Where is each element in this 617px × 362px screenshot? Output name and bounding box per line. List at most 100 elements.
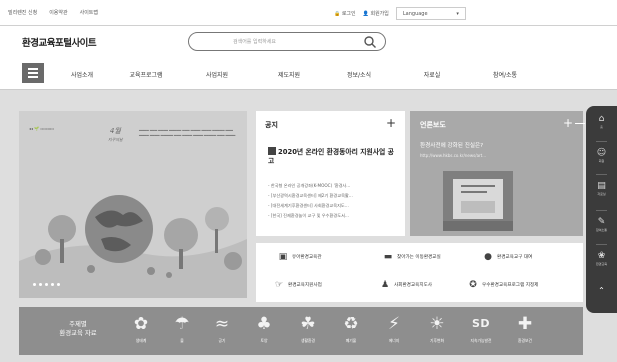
nav-item[interactable]: 사업지원	[206, 70, 228, 79]
press-url[interactable]: http://www.hkbs.co.kr/news/art...	[420, 153, 486, 158]
climate-icon: ☀	[429, 314, 445, 334]
press-panel: 언론보도 + 환경사전에 강화된 진실은? http://www.hkbs.co…	[410, 111, 583, 236]
theme-item[interactable]: ✚ 환경보건	[507, 311, 543, 344]
utility-link[interactable]: 빌리렌진 신청	[8, 9, 37, 16]
chevron-down-icon: ▾	[456, 10, 459, 17]
theme-item-label: 생활환경	[301, 338, 315, 343]
hamburger-menu-button[interactable]	[22, 63, 44, 83]
lock-icon: 🔒	[334, 11, 341, 17]
quick-link-label: 환경교육지원사업	[288, 283, 322, 288]
quick-link[interactable]: ✪ 우수환경교육프로그램 지정제	[468, 280, 538, 290]
banner-month: 4월 지구의날	[108, 127, 123, 142]
main-banner[interactable]: ◂◂ 🌱 ▫▫▫▫▫ 4월 지구의날 ▂▂▂▂ ▂▂▂ ▂▂▂▂ ▂▂▂▂▂ ▂▂…	[19, 111, 247, 298]
theme-item[interactable]: ≈ 공기	[204, 311, 240, 344]
nav-item[interactable]: 사업소개	[71, 70, 93, 79]
press-title[interactable]: 환경사전에 강화된 진실은?	[420, 141, 483, 149]
divider	[596, 174, 607, 175]
notice-list-item[interactable]: - [대전세계기후환경센터] 사회환경교육지도...	[268, 201, 400, 211]
notice-featured[interactable]: 2020년 온라인 환경동아리 지원사업 공고	[268, 147, 398, 166]
document-icon	[268, 147, 276, 155]
theme-item[interactable]: ⚡ 에너지	[376, 311, 412, 344]
quick-links-panel: ▣ 유아환경교육관 ▬ 찾아가는 이동환경교실 ● 환경교육교구 대여 ☞ 환경교육지원…	[256, 243, 583, 302]
divider	[596, 210, 607, 211]
quick-link[interactable]: ▬ 찾아가는 이동환경교실	[383, 252, 441, 262]
quickmenu-label: 자료실	[597, 192, 606, 196]
notice-panel: 공지 + 2020년 온라인 환경동아리 지원사업 공고 - 한국형 온라인 공…	[256, 111, 405, 236]
signup-link[interactable]: 👤 회원가입	[363, 10, 389, 17]
archive-icon: ▤	[597, 181, 606, 191]
quickmenu-item[interactable]: ✎ 참여소통	[586, 217, 617, 232]
nav-item[interactable]: 참여/소통	[493, 70, 517, 79]
language-select[interactable]: Language ▾	[395, 7, 466, 20]
theme-item[interactable]: ♻ 폐기물	[333, 311, 369, 344]
page: 빌리렌진 신청 이용약관 사이트맵 🔒 로그인 👤 회원가입 Language …	[0, 0, 617, 362]
nav-item[interactable]: 제도지원	[278, 70, 300, 79]
theme-item[interactable]: ☂ 물	[164, 311, 200, 344]
scroll-top-button[interactable]: ⌃	[586, 286, 617, 295]
notice-featured-title: 2020년 온라인 환경동아리 지원사업 공고	[268, 148, 394, 165]
theme-item[interactable]: ☀ 기후변화	[419, 311, 455, 344]
nav-item[interactable]: 자료실	[424, 70, 441, 79]
theme-item[interactable]: ✿ 생태계	[123, 311, 159, 344]
utility-link[interactable]: 사이트맵	[80, 9, 98, 16]
banner-pagination[interactable]	[33, 283, 60, 286]
theme-item-label: 공기	[218, 338, 226, 343]
teacher-icon: ♟	[380, 280, 390, 290]
quickmenu-label: 참여소통	[595, 228, 608, 232]
theme-item-label: 기후변화	[430, 338, 444, 343]
banner-text-block: ▂▂▂▂ ▂▂▂ ▂▂▂▂ ▂▂▂▂▂ ▂▂▂ ▂▂▂▂ ▂▂▂▂ ▂▂▂▂▂ …	[139, 127, 236, 136]
chevron-up-icon: ⌃	[598, 286, 605, 295]
site-logo[interactable]: 환경교육포털사이트	[22, 35, 97, 49]
notice-list-item[interactable]: - [부산광역시환경교육센터] 제2기 환경교육활...	[268, 191, 400, 201]
quickmenu-item[interactable]: ⌂ 홈	[586, 114, 617, 129]
book-icon: ▣	[278, 252, 288, 262]
notice-more-button[interactable]: +	[386, 116, 396, 130]
theme-item-label: 환경보건	[518, 338, 532, 343]
press-more-button[interactable]: +	[563, 116, 573, 130]
notice-list-item[interactable]: - [한국] 진제환경놀이 교구 및 우수환경도서...	[268, 211, 400, 221]
language-label: Language	[402, 10, 428, 17]
quick-link[interactable]: ☞ 환경교육지원사업	[274, 280, 322, 290]
theme-item-label: 생태계	[135, 338, 147, 343]
theme-item-label: 토양	[260, 338, 268, 343]
search-icon[interactable]	[363, 35, 377, 49]
search-input[interactable]: 검색어를 입력하세요	[233, 38, 276, 45]
quickmenu-item[interactable]: ☺ 회원	[586, 148, 617, 163]
soil-icon: ♣	[256, 314, 272, 334]
theme-item[interactable]: ♣ 토양	[246, 311, 282, 344]
user-icon: 👤	[362, 11, 369, 17]
ecosystem-icon: ✿	[133, 314, 149, 334]
home-icon: ⌂	[598, 114, 605, 124]
waste-icon: ♻	[343, 314, 359, 334]
utility-link[interactable]: 이용약관	[49, 9, 67, 16]
quickmenu-label: 홈	[600, 125, 603, 129]
quick-link[interactable]: ● 환경교육교구 대여	[483, 252, 532, 262]
environment-education-icon: ❀	[597, 251, 606, 261]
theme-item[interactable]: SD 지속가능발전	[463, 311, 499, 344]
quick-link-label: 우수환경교육프로그램 지정제	[482, 283, 539, 288]
search-box[interactable]: 검색어를 입력하세요	[188, 32, 386, 51]
press-thumbnail[interactable]	[443, 171, 513, 231]
globe-icon: ●	[484, 252, 492, 262]
quick-link-label: 사회환경교육지도사	[394, 283, 433, 288]
quick-link[interactable]: ▣ 유아환경교육관	[278, 252, 322, 262]
login-link[interactable]: 🔒 로그인	[334, 10, 356, 17]
notice-list: - 한국형 온라인 공개강좌(K-MOOC) '환경사... - [부산광역시환…	[268, 181, 400, 221]
main-nav: 사업소개 교육프로그램 사업지원 제도지원 정보/소식 자료실 참여/소통	[0, 56, 617, 90]
quickmenu-item[interactable]: ❀ 환경교육	[586, 251, 617, 266]
theme-item[interactable]: ☘ 생활환경	[290, 311, 326, 344]
quickmenu-connector	[575, 123, 585, 124]
theme-item-label: 폐기물	[345, 338, 357, 343]
quickmenu-item[interactable]: ▤ 자료실	[586, 181, 617, 196]
nav-item[interactable]: 교육프로그램	[129, 70, 162, 79]
quickmenu-label: 환경교육	[595, 262, 608, 266]
hand-icon: ☞	[274, 280, 284, 290]
quick-menu: ⌂ 홈 ☺ 회원 ▤ 자료실 ✎ 참여소통 ❀ 환경교육 ⌃	[586, 106, 617, 313]
quick-link[interactable]: ♟ 사회환경교육지도사	[380, 280, 432, 290]
notice-list-item[interactable]: - 한국형 온라인 공개강좌(K-MOOC) '환경사...	[268, 181, 400, 191]
banner-small-logo: ◂◂ 🌱 ▫▫▫▫▫	[29, 126, 55, 131]
notice-heading: 공지	[265, 121, 278, 129]
signup-label: 회원가입	[370, 11, 389, 17]
nav-item[interactable]: 정보/소식	[347, 70, 371, 79]
health-icon: ✚	[517, 314, 533, 334]
